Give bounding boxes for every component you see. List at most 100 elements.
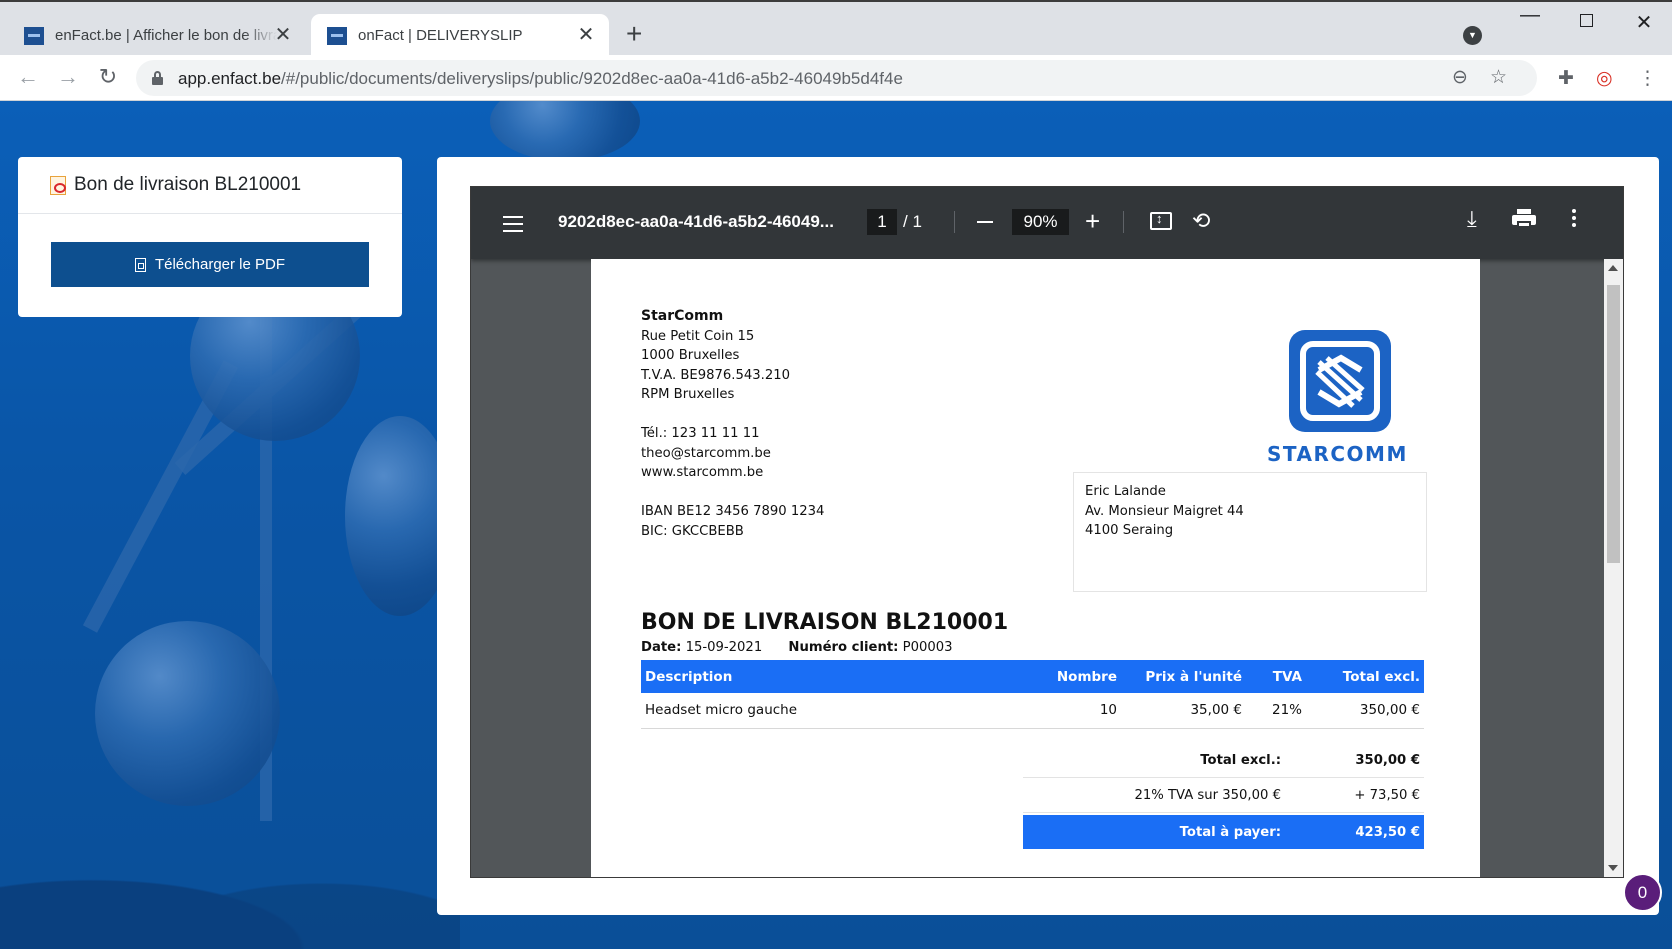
pdf-file-icon bbox=[50, 175, 66, 195]
column-header-vat: TVA bbox=[1246, 660, 1306, 693]
total-to-pay-label: Total à payer: bbox=[1179, 824, 1281, 840]
download-icon[interactable]: ⤓ bbox=[1467, 206, 1477, 232]
more-options-icon[interactable] bbox=[1572, 209, 1576, 230]
url-path: /#/public/documents/deliveryslips/public… bbox=[281, 69, 903, 88]
client-number-value: P00003 bbox=[902, 640, 953, 655]
row-total: 350,00 € bbox=[1306, 693, 1424, 729]
print-icon[interactable] bbox=[1512, 209, 1536, 229]
close-window-button[interactable]: ✕ bbox=[1624, 10, 1664, 35]
recipient-name: Eric Lalande bbox=[1085, 484, 1166, 499]
maximize-window-button[interactable] bbox=[1566, 10, 1606, 32]
totals-block: Total excl.: 350,00 € 21% TVA sur 350,00… bbox=[1023, 743, 1424, 849]
sender-street: Rue Petit Coin 15 bbox=[641, 328, 755, 344]
row-unit-price: 35,00 € bbox=[1121, 693, 1246, 729]
reload-icon[interactable]: ↻ bbox=[94, 63, 122, 91]
fit-to-page-icon[interactable] bbox=[1150, 211, 1172, 230]
pdf-page: StarComm Rue Petit Coin 15 1000 Bruxelle… bbox=[591, 259, 1480, 877]
document-meta: Date: 15-09-2021 Numéro client: P00003 bbox=[641, 640, 953, 655]
sender-email: theo@starcomm.be bbox=[641, 445, 771, 461]
card-header: Bon de livraison BL210001 bbox=[18, 157, 402, 214]
chat-widget-badge[interactable]: 0 bbox=[1623, 873, 1662, 912]
close-tab-icon[interactable]: ✕ bbox=[272, 24, 294, 46]
minimize-window-button[interactable]: — bbox=[1510, 4, 1550, 27]
sender-phone: Tél.: 123 11 11 11 bbox=[641, 426, 760, 441]
pdf-scrollbar[interactable] bbox=[1604, 259, 1623, 877]
total-excl-value: 350,00 € bbox=[1355, 752, 1420, 768]
sender-address-block: StarComm Rue Petit Coin 15 1000 Bruxelle… bbox=[641, 307, 824, 541]
zoom-icon[interactable]: ⊖ bbox=[1452, 66, 1468, 89]
url-host: app.enfact.be bbox=[178, 69, 282, 88]
total-to-pay-value: 423,50 € bbox=[1355, 824, 1420, 840]
pdf-viewer: 9202d8ec-aa0a-41d6-a5b2-46049... 1 / 1 9… bbox=[470, 186, 1624, 878]
scrollbar-thumb[interactable] bbox=[1607, 285, 1620, 563]
tab-search-icon[interactable]: ▼ bbox=[1463, 26, 1482, 45]
column-header-unit-price: Prix à l'unité bbox=[1121, 660, 1246, 693]
recipient-street: Av. Monsieur Maigret 44 bbox=[1085, 503, 1244, 519]
hamburger-menu-icon[interactable] bbox=[503, 216, 523, 232]
sender-vat: T.V.A. BE9876.543.210 bbox=[641, 367, 791, 383]
back-arrow-icon[interactable]: ← bbox=[14, 63, 42, 91]
pdf-filename: 9202d8ec-aa0a-41d6-a5b2-46049... bbox=[558, 212, 834, 231]
sender-website: www.starcomm.be bbox=[641, 465, 764, 480]
atomium-sphere bbox=[490, 101, 640, 161]
logo-wordmark: STARCOMM bbox=[1267, 442, 1408, 466]
column-header-description: Description bbox=[641, 660, 1021, 693]
lock-icon[interactable] bbox=[152, 71, 163, 85]
browser-tab-onfact[interactable]: onFact | DELIVERYSLIP ✕ bbox=[311, 14, 609, 57]
document-title: BON DE LIVRAISON BL210001 bbox=[641, 610, 1009, 635]
url-text[interactable]: app.enfact.be/#/public/documents/deliver… bbox=[178, 69, 903, 89]
extensions-puzzle-icon[interactable]: ✚ bbox=[1558, 67, 1574, 90]
extension-rings-icon[interactable]: ◎ bbox=[1596, 67, 1613, 90]
row-vat: 21% bbox=[1246, 693, 1306, 729]
column-header-total: Total excl. bbox=[1306, 660, 1424, 693]
address-bar[interactable]: app.enfact.be/#/public/documents/deliver… bbox=[136, 60, 1537, 96]
zoom-in-icon[interactable]: + bbox=[1085, 206, 1100, 236]
toolbar-divider bbox=[1123, 211, 1124, 233]
date-label: Date: bbox=[641, 640, 682, 655]
sender-rpm: RPM Bruxelles bbox=[641, 387, 735, 402]
tab-title: onFact | DELIVERYSLIP bbox=[358, 27, 523, 44]
browser-toolbar: ← → ↻ app.enfact.be/#/public/documents/d… bbox=[0, 55, 1672, 101]
download-pdf-label: Télécharger le PDF bbox=[154, 256, 286, 273]
recipient-city: 4100 Seraing bbox=[1085, 523, 1174, 538]
total-excl-label: Total excl.: bbox=[1200, 752, 1281, 768]
scroll-up-arrow-icon[interactable] bbox=[1608, 265, 1618, 271]
vat-label: 21% TVA sur 350,00 € bbox=[1134, 787, 1281, 803]
items-table-header: Description Nombre Prix à l'unité TVA To… bbox=[641, 660, 1424, 693]
sender-city: 1000 Bruxelles bbox=[641, 348, 740, 363]
row-quantity: 10 bbox=[1021, 693, 1121, 729]
total-to-pay-row: Total à payer: 423,50 € bbox=[1023, 815, 1424, 849]
card-title: Bon de livraison BL210001 bbox=[74, 174, 302, 195]
items-table: Description Nombre Prix à l'unité TVA To… bbox=[641, 660, 1424, 729]
pdf-viewer-toolbar: 9202d8ec-aa0a-41d6-a5b2-46049... 1 / 1 9… bbox=[471, 187, 1623, 259]
rotate-icon[interactable]: ⟲ bbox=[1192, 208, 1210, 234]
close-tab-icon[interactable]: ✕ bbox=[575, 24, 597, 46]
atomium-sphere bbox=[95, 621, 280, 806]
page-total: / 1 bbox=[903, 212, 922, 231]
forward-arrow-icon[interactable]: → bbox=[54, 63, 82, 91]
vat-row: 21% TVA sur 350,00 € + 73,50 € bbox=[1023, 778, 1424, 813]
bookmark-star-icon[interactable]: ☆ bbox=[1490, 66, 1507, 89]
total-excl-row: Total excl.: 350,00 € bbox=[1023, 743, 1424, 778]
document-info-card: Bon de livraison BL210001 Télécharger le… bbox=[18, 157, 402, 317]
vat-value: + 73,50 € bbox=[1354, 787, 1420, 803]
enfact-favicon-icon bbox=[24, 26, 44, 45]
table-row: Headset micro gauche 10 35,00 € 21% 350,… bbox=[641, 693, 1424, 729]
zoom-out-icon[interactable] bbox=[977, 221, 993, 223]
new-tab-button[interactable]: + bbox=[626, 20, 642, 48]
toolbar-divider bbox=[954, 211, 955, 233]
zoom-level-input[interactable]: 90% bbox=[1012, 209, 1069, 235]
sender-name: StarComm bbox=[641, 308, 724, 324]
browser-menu-icon[interactable]: ⋮ bbox=[1638, 67, 1657, 90]
recipient-address-block: Eric Lalande Av. Monsieur Maigret 44 410… bbox=[1073, 472, 1427, 592]
starcomm-logo-icon bbox=[1289, 330, 1391, 432]
sender-iban: IBAN BE12 3456 7890 1234 bbox=[641, 504, 825, 519]
scroll-down-arrow-icon[interactable] bbox=[1608, 865, 1618, 871]
trees-silhouette bbox=[0, 829, 460, 949]
page-number-input[interactable]: 1 bbox=[867, 209, 897, 235]
column-header-quantity: Nombre bbox=[1021, 660, 1121, 693]
browser-tab-enfact[interactable]: enFact.be | Afficher le bon de livraison… bbox=[8, 14, 306, 57]
client-number-label: Numéro client: bbox=[788, 640, 899, 655]
download-pdf-button[interactable]: Télécharger le PDF bbox=[51, 242, 369, 287]
onfact-favicon-icon bbox=[327, 26, 347, 45]
